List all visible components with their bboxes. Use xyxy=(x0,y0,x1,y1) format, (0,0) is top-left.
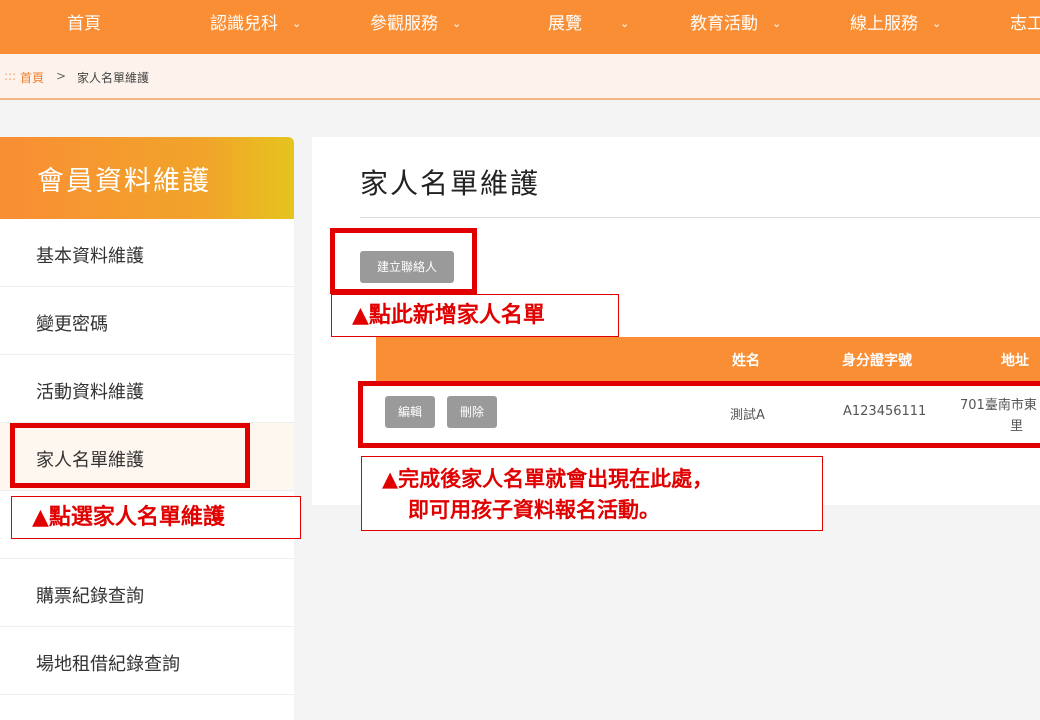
nav-item-label: 參觀服務 xyxy=(370,14,438,34)
nav-item-online[interactable]: 線上服務 ⌄ xyxy=(850,0,941,54)
nav-item-label: 線上服務 xyxy=(850,14,918,34)
breadcrumb-prefix: ::: xyxy=(4,69,17,83)
chevron-down-icon: ⌄ xyxy=(772,17,782,30)
nav-item-label: 首頁 xyxy=(67,14,101,34)
sidebar-item-ticket-records[interactable]: 購票紀錄查詢 xyxy=(0,559,294,627)
nav-item-label: 志工 xyxy=(1010,14,1040,34)
result-callout: ▲完成後家人名單就會出現在此處， 即可用孩子資料報名活動。 xyxy=(361,456,823,531)
sidebar-item-label: 變更密碼 xyxy=(36,314,108,335)
nav-item-exhibition[interactable]: 展覽 ⌄ xyxy=(548,0,629,54)
table-row-highlight xyxy=(358,381,1040,448)
sidebar-item-venue-records[interactable]: 場地租借紀錄查詢 xyxy=(0,627,294,695)
sidebar-item-highlight xyxy=(10,423,250,488)
sidebar-item-activity-data[interactable]: 活動資料維護 xyxy=(0,355,294,423)
sidebar-callout: ▲點選家人名單維護 xyxy=(11,496,301,539)
sidebar-item-label: 活動資料維護 xyxy=(36,382,144,403)
sidebar-header: 會員資料維護 xyxy=(0,137,294,219)
sidebar-item-label: 基本資料維護 xyxy=(36,246,144,267)
result-callout-line2: 即可用孩子資料報名活動。 xyxy=(408,498,660,522)
sidebar-item-label: 場地租借紀錄查詢 xyxy=(36,654,180,675)
top-nav: 首頁 認識兒科 ⌄ 參觀服務 ⌄ 展覽 ⌄ 教育活動 ⌄ 線上服務 ⌄ 志工 xyxy=(0,0,1040,54)
table-header xyxy=(376,337,1040,381)
column-header-name: 姓名 xyxy=(732,353,760,369)
result-callout-line1: ▲完成後家人名單就會出現在此處， xyxy=(382,467,714,491)
breadcrumb-home-link[interactable]: 首頁 xyxy=(20,69,44,86)
nav-item-education[interactable]: 教育活動 ⌄ xyxy=(690,0,781,54)
nav-item-label: 認識兒科 xyxy=(210,14,278,34)
breadcrumb-separator: > xyxy=(56,69,67,83)
breadcrumb: ::: 首頁 > 家人名單維護 xyxy=(0,54,1040,100)
title-divider xyxy=(360,217,1040,218)
page-title: 家人名單維護 xyxy=(360,167,541,200)
chevron-down-icon: ⌄ xyxy=(620,17,630,30)
sidebar-item-label: 購票紀錄查詢 xyxy=(36,586,144,607)
column-header-id: 身分證字號 xyxy=(842,353,912,369)
nav-item-home[interactable]: 首頁 xyxy=(67,0,101,54)
nav-item-visit[interactable]: 參觀服務 ⌄ xyxy=(370,0,461,54)
nav-item-label: 展覽 xyxy=(548,14,582,34)
sidebar-item-basic-info[interactable]: 基本資料維護 xyxy=(0,219,294,287)
breadcrumb-current: 家人名單維護 xyxy=(77,71,150,85)
create-button-highlight xyxy=(330,228,477,294)
nav-item-volunteer[interactable]: 志工 xyxy=(1010,0,1040,54)
nav-item-label: 教育活動 xyxy=(690,14,758,34)
column-header-address: 地址 xyxy=(1001,353,1029,369)
chevron-down-icon: ⌄ xyxy=(932,17,942,30)
chevron-down-icon: ⌄ xyxy=(292,17,302,30)
create-callout: ▲點此新增家人名單 xyxy=(331,294,619,337)
nav-item-about[interactable]: 認識兒科 ⌄ xyxy=(210,0,301,54)
sidebar-title: 會員資料維護 xyxy=(37,166,211,197)
sidebar-item-change-password[interactable]: 變更密碼 xyxy=(0,287,294,355)
chevron-down-icon: ⌄ xyxy=(452,17,462,30)
